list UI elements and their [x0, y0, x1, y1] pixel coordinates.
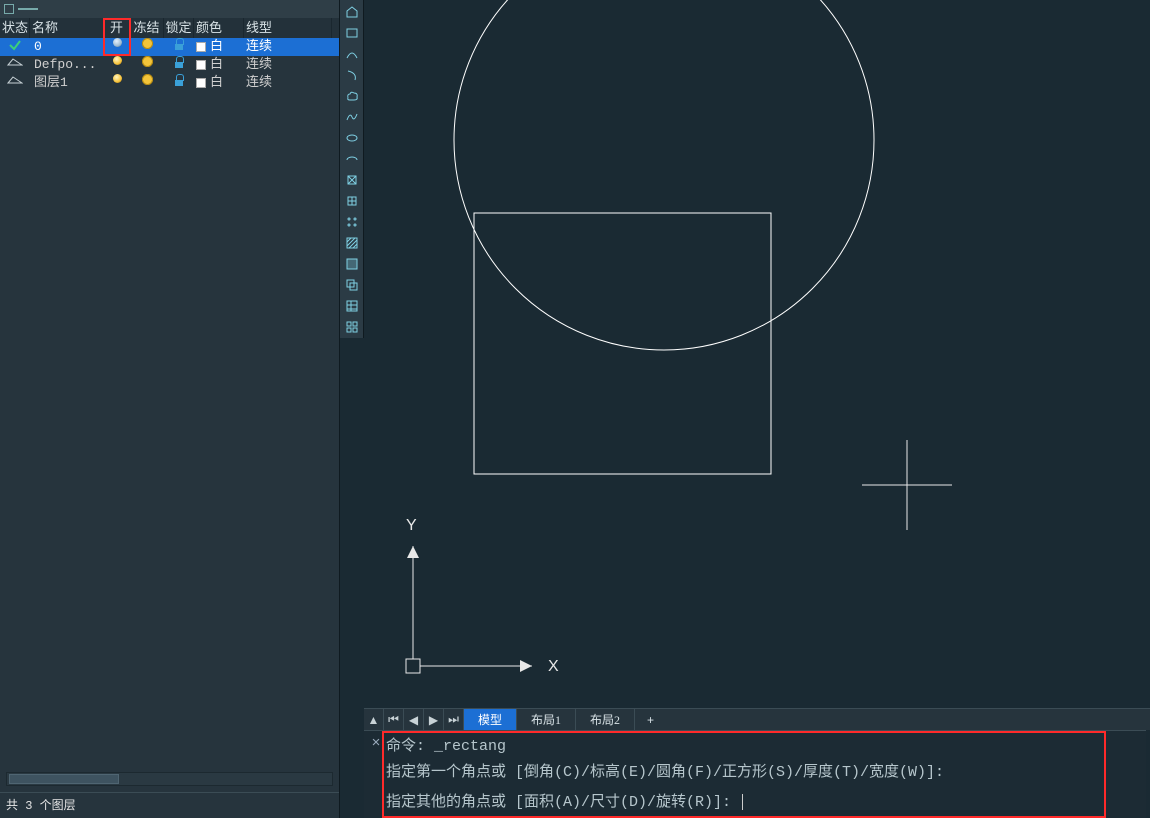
lock-icon [174, 56, 184, 68]
layer-lock-toggle[interactable] [164, 56, 194, 74]
rect-icon[interactable] [341, 23, 363, 43]
axis-x-label: X [548, 658, 559, 675]
table-icon[interactable] [341, 296, 363, 316]
color-label: 白 [210, 56, 223, 74]
layer-linetype[interactable]: 连续 [244, 38, 332, 56]
layer-lock-toggle[interactable] [164, 74, 194, 92]
command-area[interactable]: × 命令: _rectang 指定第一个角点或 [倒角(C)/标高(E)/圆角(… [364, 730, 1146, 818]
tabs-first-icon[interactable]: ⏮ [384, 709, 404, 730]
tabs-add-button[interactable]: + [635, 709, 666, 730]
layer-color[interactable]: 白 [194, 74, 244, 92]
app-root: 状态 名称 开 冻结 锁定 颜色 线型 0白连续Defpo...白连续图层1白连… [0, 0, 1150, 818]
command-prompt: 指定其他的角点或 [面积(A)/尺寸(D)/旋转(R)]: [386, 790, 1140, 816]
region-icon[interactable] [341, 275, 363, 295]
layout-tab[interactable]: 布局2 [576, 709, 635, 730]
sun-icon [142, 56, 153, 67]
grid-icon[interactable] [341, 317, 363, 337]
layer-freeze-toggle[interactable] [130, 56, 164, 74]
bulb-icon [113, 38, 122, 47]
panel-spacer [0, 92, 339, 772]
layout-tab[interactable]: 模型 [464, 709, 517, 730]
color-swatch [196, 42, 206, 52]
layer-row[interactable]: Defpo... 白 连续 [0, 56, 339, 74]
spline-icon[interactable] [341, 107, 363, 127]
command-line-2: 指定第一个角点或 [倒角(C)/标高(E)/圆角(F)/正方形(S)/厚度(T)… [386, 760, 1140, 786]
sun-icon [142, 74, 153, 85]
layer-name: 图层1 [30, 74, 104, 92]
layer-state-icon [0, 56, 30, 74]
cloud-icon[interactable] [341, 86, 363, 106]
insert-icon[interactable] [341, 191, 363, 211]
block-icon[interactable] [341, 170, 363, 190]
command-caret [742, 794, 743, 810]
command-close-icon[interactable]: × [366, 731, 386, 818]
draw-toolbar [340, 0, 364, 338]
layer-panel-toolbar [0, 0, 339, 18]
layer-header: 状态 名称 开 冻结 锁定 颜色 线型 [0, 18, 339, 38]
bulb-icon [113, 56, 122, 65]
col-freeze[interactable]: 冻结 [130, 18, 164, 38]
panel-scrollbar[interactable] [6, 772, 333, 786]
layer-on-toggle[interactable] [104, 56, 130, 74]
sun-icon [142, 38, 153, 49]
color-swatch [196, 78, 206, 88]
col-linetype[interactable]: 线型 [244, 18, 332, 38]
col-color[interactable]: 颜色 [194, 18, 244, 38]
bulb-icon [113, 74, 122, 83]
layer-state-icon [0, 74, 30, 92]
home-icon[interactable] [341, 2, 363, 22]
layer-freeze-toggle[interactable] [130, 74, 164, 92]
layer-name: Defpo... [30, 56, 104, 74]
color-swatch [196, 60, 206, 70]
tabs-scroll-up-icon[interactable]: ▲ [364, 709, 384, 730]
arc-icon[interactable] [341, 44, 363, 64]
layer-status: 共 3 个图层 [0, 792, 339, 818]
color-label: 白 [210, 74, 223, 92]
lock-icon [174, 74, 184, 86]
tabs-last-icon[interactable]: ⏭ [444, 709, 464, 730]
layer-rows: 0白连续Defpo...白连续图层1白连续 [0, 38, 339, 92]
layer-linetype[interactable]: 连续 [244, 56, 332, 74]
layer-color[interactable]: 白 [194, 38, 244, 56]
layer-freeze-toggle[interactable] [130, 38, 164, 56]
ellipse-arc-icon[interactable] [341, 149, 363, 169]
right-area: X Y ▲ ⏮ ◀ ▶ ⏭ 模型布局1布局2 + × 命令: _rectang … [340, 0, 1150, 818]
layer-state-icon [0, 38, 30, 56]
hatch-icon[interactable] [341, 233, 363, 253]
tabs-next-icon[interactable]: ▶ [424, 709, 444, 730]
col-on[interactable]: 开 [104, 18, 130, 38]
col-name[interactable]: 名称 [30, 18, 104, 38]
layer-row[interactable]: 图层1 白 连续 [0, 74, 339, 92]
ellipse-icon[interactable] [341, 128, 363, 148]
arc2-icon[interactable] [341, 65, 363, 85]
lock-icon [174, 38, 184, 50]
layer-name: 0 [30, 38, 104, 56]
panel-icon [4, 4, 14, 14]
layer-color[interactable]: 白 [194, 56, 244, 74]
layer-on-toggle[interactable] [104, 38, 130, 56]
panel-icon [18, 8, 38, 10]
col-lock[interactable]: 锁定 [164, 18, 194, 38]
layer-linetype[interactable]: 连续 [244, 74, 332, 92]
point-icon[interactable] [341, 212, 363, 232]
axis-y-label: Y [406, 517, 417, 534]
tabs-prev-icon[interactable]: ◀ [404, 709, 424, 730]
layer-row[interactable]: 0 白 连续 [0, 38, 339, 56]
layer-lock-toggle[interactable] [164, 38, 194, 56]
color-label: 白 [210, 38, 223, 56]
layout-tabs: ▲ ⏮ ◀ ▶ ⏭ 模型布局1布局2 + [364, 708, 1150, 730]
layout-tab[interactable]: 布局1 [517, 709, 576, 730]
gradient-icon[interactable] [341, 254, 363, 274]
command-line-1: 命令: _rectang [386, 734, 1140, 760]
col-state[interactable]: 状态 [0, 18, 30, 38]
drawing-canvas[interactable]: X Y [364, 0, 1150, 706]
layer-on-toggle[interactable] [104, 74, 130, 92]
scrollbar-thumb[interactable] [9, 774, 119, 784]
layer-panel: 状态 名称 开 冻结 锁定 颜色 线型 0白连续Defpo...白连续图层1白连… [0, 0, 340, 818]
